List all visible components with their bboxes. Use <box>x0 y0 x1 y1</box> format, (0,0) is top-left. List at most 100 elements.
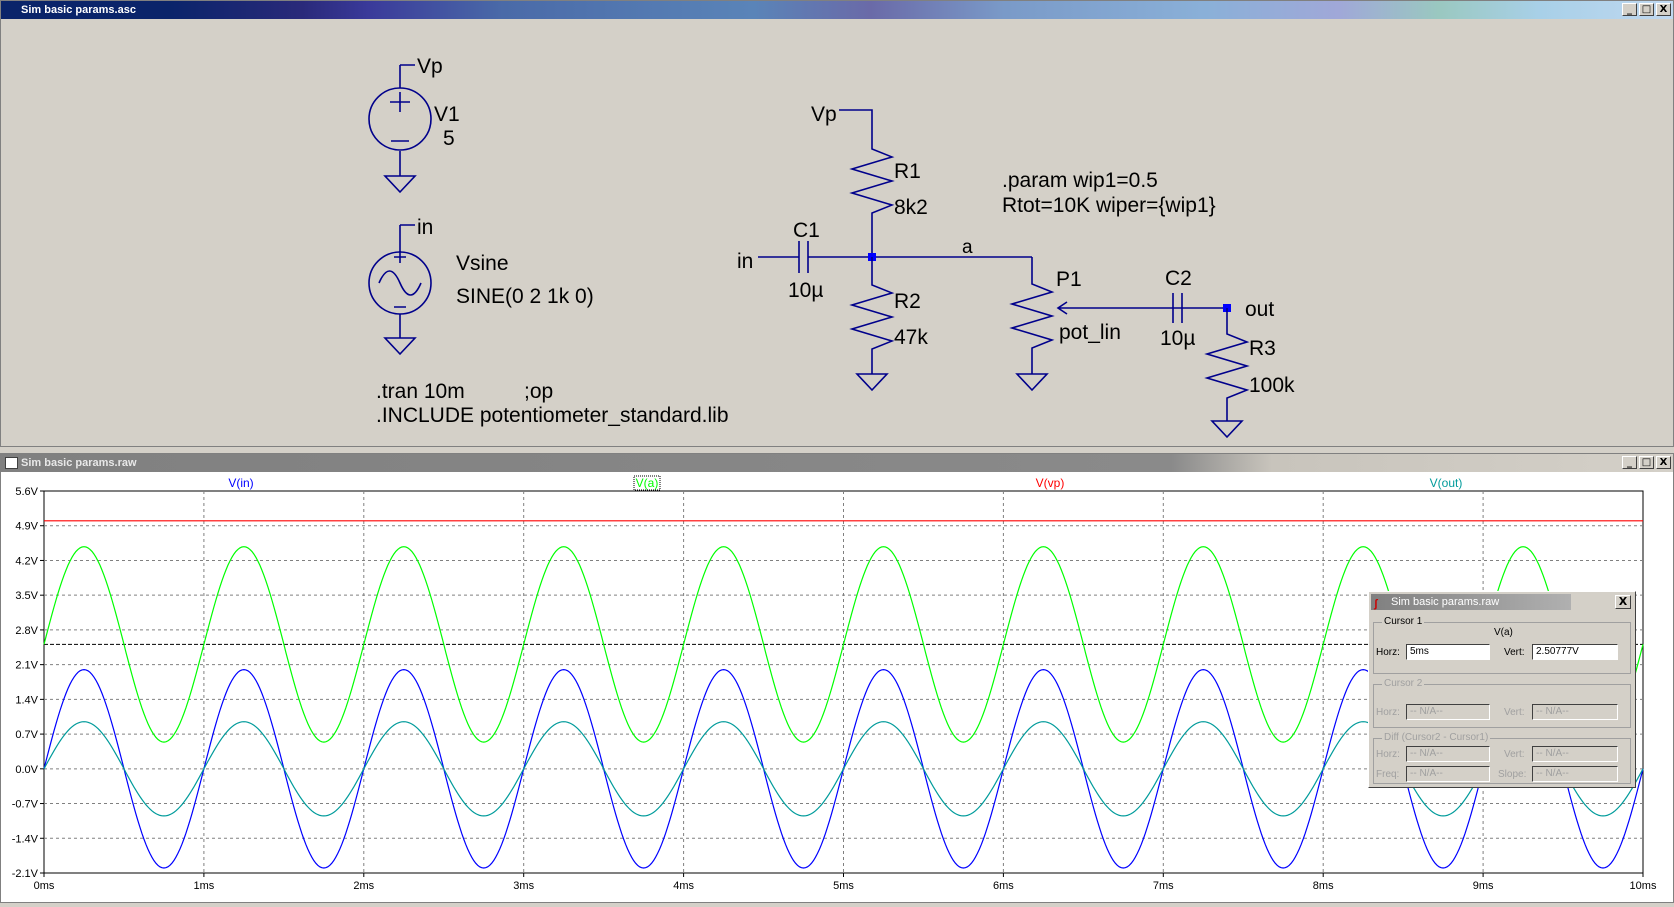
y-tick-label: -0.7V <box>12 799 39 811</box>
cursor2-vert-label: Vert: <box>1504 707 1525 718</box>
cursor2-horz-label: Horz: <box>1376 707 1400 718</box>
vsine-net-label: in <box>417 216 433 239</box>
y-tick-label: 5.6V <box>15 486 38 498</box>
waveform-titlebar[interactable]: Sim basic params.raw _ □ X <box>1 454 1673 472</box>
x-tick-label: 9ms <box>1473 880 1494 892</box>
r1-value: 8k2 <box>894 196 928 219</box>
r3-name: R3 <box>1249 337 1276 360</box>
capacitor-c1[interactable] <box>758 241 1032 273</box>
r1-name: R1 <box>894 160 921 183</box>
v1-voltage-source[interactable] <box>368 64 432 194</box>
net-a-label: a <box>962 237 973 258</box>
cursor1-horz-label: Horz: <box>1376 647 1400 658</box>
cursor1-vert-label: Vert: <box>1504 647 1525 658</box>
x-tick-label: 10ms <box>1630 880 1657 892</box>
waveform-icon <box>5 457 18 469</box>
diff-slope-label: Slope: <box>1498 769 1527 780</box>
y-tick-label: 4.2V <box>15 555 38 567</box>
x-tick-label: 6ms <box>993 880 1014 892</box>
cursor1-group: Cursor 1 V(a) Horz: 5ms Vert: 2.50777V <box>1373 616 1631 674</box>
y-tick-label: 0.0V <box>15 764 38 776</box>
x-tick-label: 7ms <box>1153 880 1174 892</box>
cursor-dialog-title: Sim basic params.raw <box>1391 596 1500 608</box>
schematic-drawing: Vp V1 5 in Vsine SINE(0 2 1k 0) .tran 10… <box>368 55 1295 439</box>
p1-value: pot_lin <box>1059 321 1121 344</box>
x-tick-label: 2ms <box>353 880 374 892</box>
y-tick-label: -1.4V <box>12 833 39 845</box>
cursor1-vert-field[interactable]: 2.50777V <box>1532 644 1618 660</box>
close-button[interactable]: X <box>1656 3 1671 16</box>
diff-freq-field: -- N/A-- <box>1406 766 1490 782</box>
cursor1-group-label: Cursor 1 <box>1382 616 1425 627</box>
legend-vin[interactable]: V(in) <box>228 476 253 490</box>
y-tick-label: 1.4V <box>15 694 38 706</box>
x-tick-label: 0ms <box>34 880 55 892</box>
resistor-r1[interactable] <box>839 109 895 257</box>
legend-vvp[interactable]: V(vp) <box>1036 476 1065 490</box>
diff-horz-label: Horz: <box>1376 749 1400 760</box>
cursor2-group-label: Cursor 2 <box>1382 678 1425 689</box>
ltspice-icon: ʃ <box>1374 598 1378 610</box>
y-tick-label: 2.1V <box>15 660 38 672</box>
v1-name: V1 <box>434 103 460 126</box>
x-tick-label: 4ms <box>673 880 694 892</box>
resistor-r2[interactable] <box>849 257 895 392</box>
cursor2-vert-field: -- N/A-- <box>1532 704 1618 720</box>
legend-vout[interactable]: V(out) <box>1430 476 1463 490</box>
schematic-title: Sim basic params.asc <box>21 4 136 16</box>
out-net-label: out <box>1245 298 1274 321</box>
diff-slope-field: -- N/A-- <box>1532 766 1618 782</box>
diff-vert-label: Vert: <box>1504 749 1525 760</box>
op-comment[interactable]: ;op <box>524 380 553 403</box>
y-tick-label: 3.5V <box>15 590 38 602</box>
resistor-r3[interactable] <box>1204 308 1250 439</box>
waveform-title: Sim basic params.raw <box>21 457 137 469</box>
legend-va[interactable]: V(a) <box>636 476 659 490</box>
tran-directive[interactable]: .tran 10m <box>376 380 465 403</box>
cursor-dialog-titlebar[interactable]: ʃ Sim basic params.raw <box>1371 594 1571 610</box>
vsine-voltage-source[interactable] <box>368 224 432 356</box>
diff-group: Diff (Cursor2 - Cursor1) Horz: -- N/A-- … <box>1373 732 1631 784</box>
x-tick-label: 5ms <box>833 880 854 892</box>
c1-name: C1 <box>793 219 820 242</box>
schematic-canvas[interactable]: Vp V1 5 in Vsine SINE(0 2 1k 0) .tran 10… <box>6 25 1670 445</box>
x-tick-label: 3ms <box>513 880 534 892</box>
vp-net-label: Vp <box>811 103 837 126</box>
schematic-titlebar[interactable]: Sim basic params.asc _ □ X <box>1 1 1673 19</box>
y-tick-label: 2.8V <box>15 625 38 637</box>
cursor1-trace: V(a) <box>1494 627 1513 638</box>
cursor2-horz-field: -- N/A-- <box>1406 704 1490 720</box>
diff-horz-field: -- N/A-- <box>1406 746 1490 762</box>
cursor2-group: Cursor 2 Horz: -- N/A-- Vert: -- N/A-- <box>1373 678 1631 728</box>
p1-name: P1 <box>1056 268 1082 291</box>
include-directive[interactable]: .INCLUDE potentiometer_standard.lib <box>376 404 729 427</box>
y-tick-label: -2.1V <box>12 868 39 880</box>
c2-value: 10µ <box>1160 327 1195 350</box>
wave-close-button[interactable]: X <box>1656 456 1671 469</box>
v1-value: 5 <box>443 127 455 150</box>
c2-name: C2 <box>1165 267 1192 290</box>
r3-value: 100k <box>1249 374 1295 397</box>
x-tick-label: 8ms <box>1313 880 1334 892</box>
y-tick-label: 0.7V <box>15 729 38 741</box>
diff-vert-field: -- N/A-- <box>1532 746 1618 762</box>
wave-minimize-button[interactable]: _ <box>1622 456 1637 469</box>
r2-name: R2 <box>894 290 921 313</box>
r2-value: 47k <box>894 326 928 349</box>
x-tick-label: 1ms <box>194 880 215 892</box>
cursor1-horz-field[interactable]: 5ms <box>1406 644 1490 660</box>
cursor-dialog[interactable]: ʃ Sim basic params.raw X Cursor 1 V(a) H… <box>1368 591 1636 788</box>
param-line-1[interactable]: .param wip1=0.5 <box>1002 169 1158 192</box>
diff-group-label: Diff (Cursor2 - Cursor1) <box>1382 732 1491 743</box>
y-tick-label: 4.9V <box>15 521 38 533</box>
cursor-dialog-close-button[interactable]: X <box>1615 595 1631 609</box>
wave-maximize-button[interactable]: □ <box>1639 456 1654 469</box>
minimize-button[interactable]: _ <box>1622 3 1637 16</box>
vsine-value: SINE(0 2 1k 0) <box>456 285 594 308</box>
schematic-window[interactable]: Sim basic params.asc _ □ X Vp V1 5 in Vs… <box>0 0 1674 447</box>
param-line-2[interactable]: Rtot=10K wiper={wip1} <box>1002 194 1216 217</box>
c1-value: 10µ <box>788 279 823 302</box>
in-net-label: in <box>737 250 753 273</box>
maximize-button[interactable]: □ <box>1639 3 1654 16</box>
diff-freq-label: Freq: <box>1376 769 1400 780</box>
